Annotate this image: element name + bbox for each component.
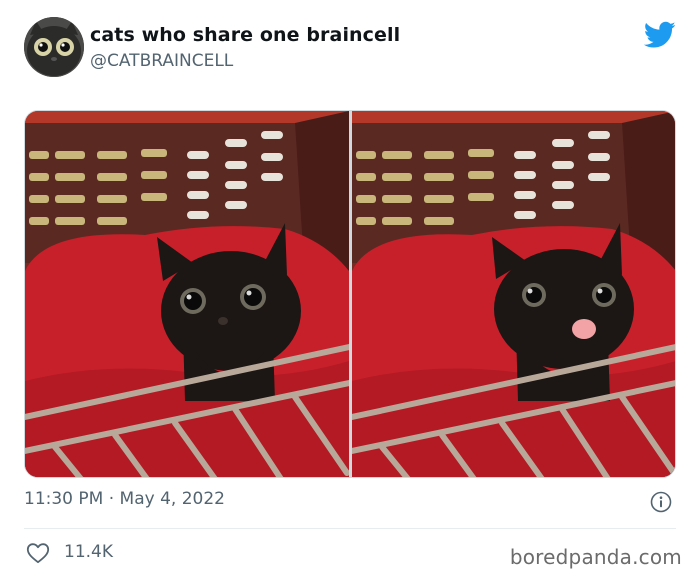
tweet-media[interactable]	[24, 110, 676, 478]
photo-left[interactable]	[25, 111, 349, 477]
tweet-timestamp[interactable]: 11:30 PM · May 4, 2022	[24, 489, 225, 509]
kitten-photo-closed-mouth	[25, 111, 349, 477]
user-handle[interactable]: @CATBRAINCELL	[90, 51, 233, 71]
info-icon[interactable]	[650, 491, 672, 513]
tweet-header: cats who share one braincell @CATBRAINCE…	[24, 17, 680, 79]
photo-right[interactable]	[352, 111, 675, 477]
avatar-cat-image	[24, 17, 84, 77]
kitten-photo-tongue-out	[352, 111, 675, 477]
avatar[interactable]	[24, 17, 84, 77]
twitter-bird-icon[interactable]	[643, 21, 676, 49]
like-count: 11.4K	[64, 542, 113, 562]
divider	[24, 528, 676, 529]
display-name[interactable]: cats who share one braincell	[90, 24, 400, 46]
heart-icon[interactable]	[26, 542, 50, 564]
watermark: boredpanda.com	[509, 545, 682, 569]
